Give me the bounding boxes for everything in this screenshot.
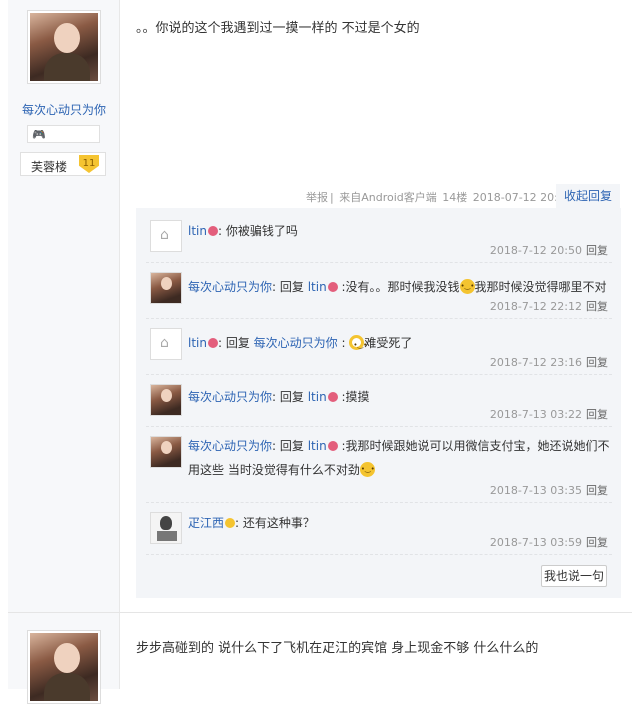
reply-meta: 2018-7-13 03:59 回复 (490, 534, 608, 550)
reply-username[interactable]: 每次心动只为你 (188, 390, 272, 404)
reply-time: 2018-7-12 22:12 (489, 300, 582, 313)
user-icon-box: 🎮 (27, 125, 100, 143)
reply-target[interactable]: 每次心动只为你 (254, 336, 338, 350)
user-badge-icon (327, 392, 338, 402)
reply-divider (146, 262, 612, 263)
reply-target[interactable]: ltin (308, 280, 327, 294)
reply-username[interactable]: 每次心动只为你 (188, 439, 272, 453)
reply-target[interactable]: ltin (308, 390, 327, 404)
reply-link[interactable]: 回复 (586, 536, 608, 549)
next-post-content: 步步高碰到的 说什么下了飞机在疋江的宾馆 身上现金不够 什么什么的 (136, 641, 539, 656)
reply-link[interactable]: 回复 (586, 484, 608, 497)
next-author-avatar[interactable] (27, 630, 101, 704)
user-badge-icon (327, 441, 338, 451)
reply-time: 2018-7-13 03:22 (489, 408, 582, 421)
reply-meta: 2018-7-12 23:16 回复 (490, 354, 608, 370)
reply-text: 每次心动只为你: 回复 ltin :我那时候跟她说可以用微信支付宝，她还说她们不… (188, 434, 612, 482)
report-link[interactable]: 举报 (306, 191, 328, 204)
badge-level: 11 (79, 155, 99, 173)
reply-link[interactable]: 回复 (586, 408, 608, 421)
post-tail: 举报 | 来自Android客户端 14楼 2018-07-12 20:49 (306, 189, 574, 205)
reply-avatar[interactable] (150, 384, 182, 416)
reply-time: 2018-7-13 03:35 (489, 484, 582, 497)
reply-avatar[interactable] (150, 512, 182, 544)
reply-time: 2018-7-13 03:59 (489, 536, 582, 549)
user-badge-icon (327, 282, 338, 292)
ring-emoji-icon (349, 335, 367, 353)
post-page: 每次心动只为你 🎮 芙蓉楼 11 。。你说的这个我遇到过一摸一样的 不过是个女的… (0, 0, 640, 704)
reply-username[interactable]: ltin (188, 336, 207, 350)
grin-emoji-icon (459, 279, 475, 294)
post-content: 。。你说的这个我遇到过一摸一样的 不过是个女的 (136, 21, 420, 36)
reply-avatar[interactable] (150, 220, 182, 252)
reply-text: 每次心动只为你: 回复 ltin :摸摸 (188, 390, 370, 404)
reply-target[interactable]: ltin (308, 439, 327, 453)
reply-text: ltin: 你被骗钱了吗 (188, 224, 298, 238)
reply-avatar[interactable] (150, 272, 182, 304)
reply-text: ltin: 回复 每次心动只为你 : 难受死了 (188, 334, 412, 353)
reply-divider (146, 374, 612, 375)
floor-number: 14楼 (442, 191, 468, 204)
user-badge-icon (225, 518, 236, 528)
author-avatar[interactable] (27, 10, 101, 84)
reply-time: 2018-7-12 23:16 (489, 356, 582, 369)
reply-divider (146, 502, 612, 503)
reply-divider (146, 318, 612, 319)
say-something-button[interactable]: 我也说一句 (541, 565, 607, 587)
smile-emoji-icon (359, 462, 375, 477)
member-badge[interactable]: 芙蓉楼 11 (20, 152, 106, 176)
reply-meta: 2018-7-12 20:50 回复 (490, 242, 608, 258)
user-badge-icon (207, 226, 218, 236)
reply-divider (146, 426, 612, 427)
reply-link[interactable]: 回复 (586, 300, 608, 313)
reply-username[interactable]: ltin (188, 224, 207, 238)
collapse-reply-button[interactable]: 收起回复 (556, 184, 620, 208)
reply-meta: 2018-7-12 22:12 回复 (490, 298, 608, 314)
reply-meta: 2018-7-13 03:22 回复 (490, 406, 608, 422)
reply-avatar[interactable] (150, 328, 182, 360)
reply-meta: 2018-7-13 03:35 回复 (490, 482, 608, 498)
post-divider (8, 612, 632, 613)
post-source: 来自Android客户端 (339, 191, 437, 204)
reply-time: 2018-7-12 20:50 (489, 244, 582, 257)
reply-divider (146, 554, 612, 555)
reply-username[interactable]: 每次心动只为你 (188, 280, 272, 294)
reply-text: 疋江西: 还有这种事？ (188, 516, 315, 530)
meta-separator: | (330, 191, 334, 204)
reply-username[interactable]: 疋江西 (188, 516, 224, 530)
gamepad-icon: 🎮 (32, 128, 46, 141)
author-username[interactable]: 每次心动只为你 (8, 101, 120, 118)
reply-text: 每次心动只为你: 回复 ltin :没有。。那时候我没钱我那时候没觉得哪里不对 (188, 278, 607, 295)
reply-avatar[interactable] (150, 436, 182, 468)
user-badge-icon (207, 338, 218, 348)
badge-name: 芙蓉楼 (31, 160, 68, 174)
reply-link[interactable]: 回复 (586, 244, 608, 257)
reply-link[interactable]: 回复 (586, 356, 608, 369)
